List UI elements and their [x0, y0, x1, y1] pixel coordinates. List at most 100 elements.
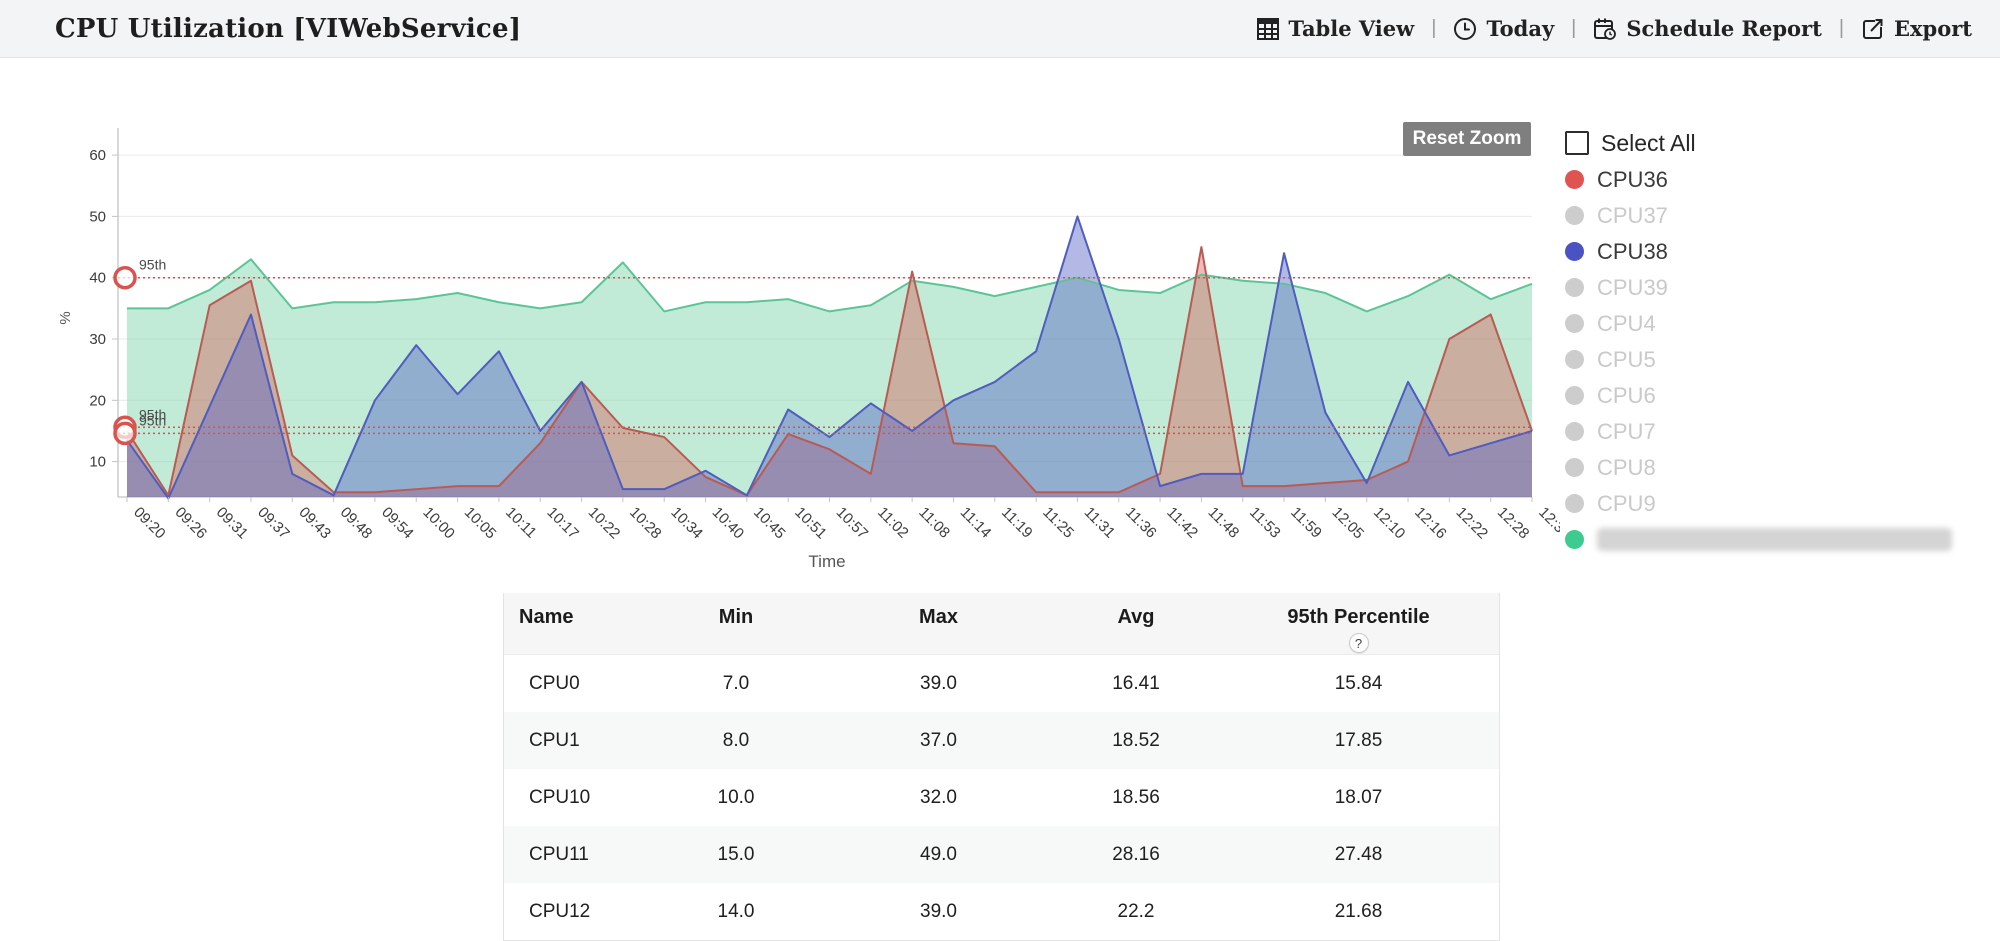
- legend-dot-icon: [1565, 494, 1584, 513]
- legend-item-CPU6[interactable]: CPU6: [1565, 384, 1985, 407]
- cpu-utilization-chart[interactable]: 10203040506095th95th95th09:2009:2609:310…: [0, 60, 1560, 620]
- x-tick-label: 11:02: [874, 504, 912, 542]
- table-row: CPU1115.049.028.1627.48: [504, 826, 1499, 883]
- select-all-toggle[interactable]: Select All: [1565, 128, 1985, 158]
- table-row: CPU18.037.018.5217.85: [504, 712, 1499, 769]
- x-tick-label: 10:40: [709, 504, 748, 543]
- value-cell: 37.0: [821, 730, 1056, 752]
- y-tick-label: 60: [89, 147, 106, 164]
- value-cell: 39.0: [821, 901, 1056, 923]
- legend-item-CPU39[interactable]: CPU39: [1565, 276, 1985, 299]
- value-cell: 21.68: [1216, 901, 1501, 923]
- value-cell: 15.0: [651, 844, 821, 866]
- table-view-button[interactable]: Table View: [1257, 16, 1414, 41]
- x-tick-label: 12:10: [1370, 504, 1409, 543]
- x-tick-label: 09:48: [337, 504, 376, 543]
- legend-label: CPU4: [1597, 311, 1656, 337]
- legend-label: CPU36: [1597, 167, 1668, 193]
- x-tick-label: 09:37: [254, 504, 293, 543]
- legend-dot-icon: [1565, 206, 1584, 225]
- x-tick-label: 09:20: [130, 504, 169, 543]
- help-icon[interactable]: ?: [1349, 633, 1369, 653]
- legend-dot-icon: [1565, 170, 1584, 189]
- x-tick-label: 11:48: [1205, 504, 1243, 542]
- export-button[interactable]: Export: [1861, 16, 1972, 41]
- cpu-name-cell: CPU10: [504, 787, 651, 809]
- x-tick-label: 11:36: [1122, 504, 1160, 542]
- percentile-label: 95th: [139, 412, 166, 428]
- value-cell: 14.0: [651, 901, 821, 923]
- x-tick-label: 12:05: [1329, 504, 1368, 543]
- table-view-icon: [1257, 18, 1279, 40]
- legend-dot-icon: [1565, 530, 1584, 549]
- value-cell: 18.52: [1056, 730, 1216, 752]
- x-tick-label: 11:08: [915, 504, 953, 542]
- legend-label: CPU5: [1597, 347, 1656, 373]
- value-cell: 27.48: [1216, 844, 1501, 866]
- value-cell: 22.2: [1056, 901, 1216, 923]
- value-cell: 15.84: [1216, 673, 1501, 695]
- legend-label: CPU37: [1597, 203, 1668, 229]
- legend-item-CPU37[interactable]: CPU37: [1565, 204, 1985, 227]
- value-cell: 32.0: [821, 787, 1056, 809]
- legend-label: CPU39: [1597, 275, 1668, 301]
- legend-item-CPU38[interactable]: CPU38: [1565, 240, 1985, 263]
- value-cell: 49.0: [821, 844, 1056, 866]
- legend-item-CPU8[interactable]: CPU8: [1565, 456, 1985, 479]
- reset-zoom-button[interactable]: Reset Zoom: [1403, 122, 1531, 156]
- cpu-name-cell: CPU0: [504, 673, 651, 695]
- percentile-marker-icon: [115, 268, 135, 288]
- cpu-name-cell: CPU1: [504, 730, 651, 752]
- table-body: CPU07.039.016.4115.84CPU18.037.018.5217.…: [504, 655, 1499, 940]
- legend-item-CPU36[interactable]: CPU36: [1565, 168, 1985, 191]
- x-axis-title: Time: [808, 552, 845, 571]
- table-row: CPU07.039.016.4115.84: [504, 655, 1499, 712]
- legend-item-CPU7[interactable]: CPU7: [1565, 420, 1985, 443]
- column-header-avg: Avg: [1056, 593, 1216, 654]
- x-tick-label: 11:25: [1039, 504, 1077, 542]
- series-legend: Select All CPU36 CPU37 CPU38 CPU39 CPU4 CPU5 C…: [1565, 128, 1985, 564]
- x-tick-label: 10:05: [461, 504, 500, 543]
- y-tick-label: 50: [89, 208, 106, 225]
- legend-label: CPU8: [1597, 455, 1656, 481]
- schedule-report-button[interactable]: Schedule Report: [1593, 16, 1821, 41]
- x-tick-label: 12:33: [1535, 504, 1560, 543]
- x-tick-label: 12:28: [1494, 504, 1533, 543]
- x-tick-label: 10:28: [626, 504, 665, 543]
- table-header-row: NameMinMaxAvg95th Percentile?: [504, 593, 1499, 655]
- legend-dot-icon: [1565, 314, 1584, 333]
- legend-dot-icon: [1565, 278, 1584, 297]
- select-all-label: Select All: [1601, 130, 1696, 157]
- redacted-series-label: [1597, 528, 1952, 551]
- legend-label: CPU38: [1597, 239, 1668, 265]
- cpu-name-cell: CPU11: [504, 844, 651, 866]
- x-tick-label: 10:17: [543, 504, 582, 543]
- value-cell: 7.0: [651, 673, 821, 695]
- y-tick-label: 20: [89, 392, 106, 409]
- x-tick-label: 10:00: [419, 504, 458, 543]
- x-tick-label: 12:22: [1453, 504, 1492, 543]
- x-tick-label: 10:22: [585, 504, 624, 543]
- legend-label: CPU9: [1597, 491, 1656, 517]
- value-cell: 16.41: [1056, 673, 1216, 695]
- x-tick-label: 11:14: [957, 504, 995, 542]
- top-header-bar: CPU Utilization [VIWebService] Table Vie…: [0, 0, 2000, 58]
- legend-label: CPU7: [1597, 419, 1656, 445]
- y-axis-title: %: [57, 311, 74, 324]
- percentile-marker-icon: [115, 423, 135, 443]
- legend-item-redacted[interactable]: [1565, 528, 1985, 551]
- y-tick-label: 40: [89, 270, 106, 287]
- today-button[interactable]: Today: [1453, 16, 1554, 41]
- legend-item-CPU4[interactable]: CPU4: [1565, 312, 1985, 335]
- legend-dot-icon: [1565, 350, 1584, 369]
- y-tick-label: 30: [89, 331, 106, 348]
- value-cell: 8.0: [651, 730, 821, 752]
- export-icon: [1861, 17, 1885, 41]
- legend-item-CPU9[interactable]: CPU9: [1565, 492, 1985, 515]
- select-all-checkbox[interactable]: [1565, 131, 1589, 155]
- legend-dot-icon: [1565, 422, 1584, 441]
- column-header-min: Min: [651, 593, 821, 654]
- legend-item-CPU5[interactable]: CPU5: [1565, 348, 1985, 371]
- x-tick-label: 11:53: [1246, 504, 1284, 542]
- value-cell: 17.85: [1216, 730, 1501, 752]
